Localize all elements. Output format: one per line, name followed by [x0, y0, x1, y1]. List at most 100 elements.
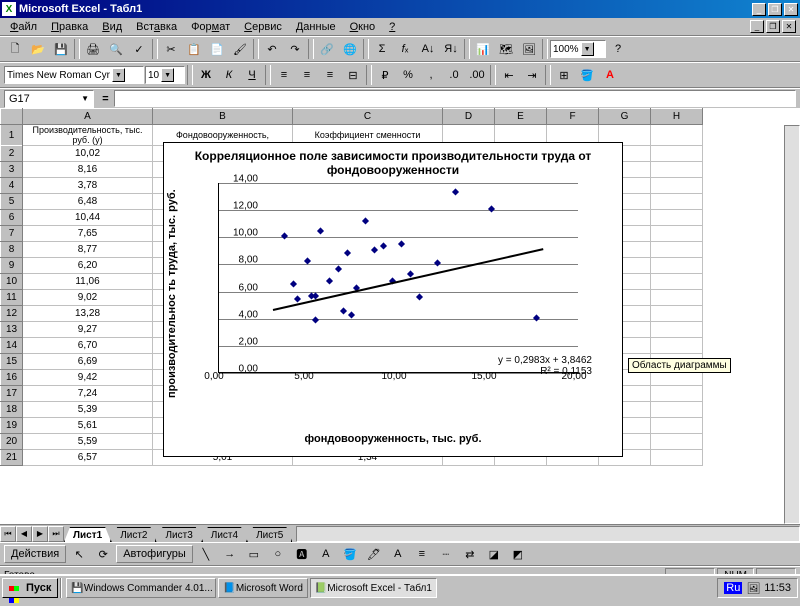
menu-view[interactable]: Вид: [96, 20, 128, 34]
autosum-button[interactable]: Σ: [371, 39, 393, 60]
line-button[interactable]: ╲: [195, 544, 217, 565]
percent-button[interactable]: %: [397, 65, 419, 86]
comma-button[interactable]: ,: [420, 65, 442, 86]
sort-asc-button[interactable]: A↓: [417, 39, 439, 60]
select-button[interactable]: ↖: [68, 544, 90, 565]
sheet-tab-2[interactable]: Лист2: [111, 527, 156, 542]
textbox-button[interactable]: 🅰: [291, 544, 313, 565]
horizontal-scrollbar[interactable]: [296, 526, 800, 542]
start-button[interactable]: Пуск: [2, 578, 58, 598]
vertical-scrollbar[interactable]: [784, 125, 800, 524]
chart[interactable]: Корреляционное поле зависимости производ…: [163, 142, 623, 457]
close-button[interactable]: ✕: [784, 3, 798, 16]
chart-button[interactable]: 📊: [472, 39, 494, 60]
paste-button[interactable]: 📄: [206, 39, 228, 60]
help-button[interactable]: ?: [607, 39, 629, 60]
doc-minimize-button[interactable]: _: [750, 20, 764, 33]
new-button[interactable]: 🗋: [4, 39, 26, 60]
actions-menu[interactable]: Действия: [4, 545, 66, 563]
map-button[interactable]: 🗺: [495, 39, 517, 60]
sheet-tab-1[interactable]: Лист1: [64, 527, 111, 542]
merge-button[interactable]: ⊟: [342, 65, 364, 86]
open-button[interactable]: 📂: [27, 39, 49, 60]
tab-first-button[interactable]: ⏮: [0, 526, 16, 542]
zoom-combo[interactable]: 100%▼: [550, 40, 606, 58]
shadow-button[interactable]: ◪: [483, 544, 505, 565]
menu-data[interactable]: Данные: [290, 20, 342, 34]
menu-edit[interactable]: Правка: [45, 20, 94, 34]
underline-button[interactable]: Ч: [241, 65, 263, 86]
spreadsheet-grid[interactable]: ABCDEFGH 1Производительность, тыс. руб. …: [0, 108, 703, 146]
taskbar-item[interactable]: 📘 Microsoft Word: [218, 578, 308, 598]
currency-button[interactable]: ₽: [374, 65, 396, 86]
align-left-button[interactable]: ≡: [273, 65, 295, 86]
function-button[interactable]: fₓ: [394, 39, 416, 60]
bold-button[interactable]: Ж: [195, 65, 217, 86]
autoshapes-menu[interactable]: Автофигуры: [116, 545, 193, 563]
menu-help[interactable]: ?: [383, 20, 401, 34]
sheet-tab-4[interactable]: Лист4: [202, 527, 247, 542]
font-color-button[interactable]: A: [599, 65, 621, 86]
sort-desc-button[interactable]: Я↓: [440, 39, 462, 60]
save-button[interactable]: 💾: [50, 39, 72, 60]
borders-button[interactable]: ⊞: [553, 65, 575, 86]
dash-button[interactable]: ┈: [435, 544, 457, 565]
italic-button[interactable]: К: [218, 65, 240, 86]
fill-button[interactable]: 🪣: [339, 544, 361, 565]
menu-format[interactable]: Формат: [185, 20, 236, 34]
drawing-button[interactable]: 🖼: [518, 39, 540, 60]
align-center-button[interactable]: ≡: [296, 65, 318, 86]
oval-button[interactable]: ○: [267, 544, 289, 565]
menu-window[interactable]: Окно: [344, 20, 382, 34]
web-button[interactable]: 🌐: [339, 39, 361, 60]
dec-indent-button[interactable]: ⇤: [498, 65, 520, 86]
x-axis-label: фондовооруженность, тыс. руб.: [164, 409, 622, 445]
format-painter-button[interactable]: 🖌: [229, 39, 251, 60]
maximize-button[interactable]: ❐: [768, 3, 782, 16]
plot-area: [218, 183, 578, 373]
lang-indicator[interactable]: Ru: [724, 582, 742, 594]
tab-next-button[interactable]: ▶: [32, 526, 48, 542]
drawing-toolbar: Действия ↖ ⟳ Автофигуры ╲ → ▭ ○ 🅰 А 🪣 🖊 …: [0, 542, 800, 566]
undo-button[interactable]: ↶: [261, 39, 283, 60]
menu-insert[interactable]: Вставка: [130, 20, 183, 34]
print-button[interactable]: 🖨: [82, 39, 104, 60]
redo-button[interactable]: ↷: [284, 39, 306, 60]
rect-button[interactable]: ▭: [243, 544, 265, 565]
line-color-button[interactable]: 🖊: [363, 544, 385, 565]
sheet-tab-3[interactable]: Лист3: [156, 527, 201, 542]
system-tray[interactable]: Ru 🖼 11:53: [717, 578, 798, 598]
hyperlink-button[interactable]: 🔗: [316, 39, 338, 60]
taskbar-item[interactable]: 📗 Microsoft Excel - Табл1: [310, 578, 437, 598]
taskbar-item[interactable]: 💾 Windows Commander 4.01...: [66, 578, 216, 598]
cut-button[interactable]: ✂: [160, 39, 182, 60]
tab-prev-button[interactable]: ◀: [16, 526, 32, 542]
y-axis-label: производительнос ть труда, тыс. руб.: [164, 179, 180, 409]
3d-button[interactable]: ◩: [507, 544, 529, 565]
inc-decimal-button[interactable]: .0: [443, 65, 465, 86]
font-name-combo[interactable]: Times New Roman Cyr▼: [4, 66, 144, 84]
spell-button[interactable]: ✓: [128, 39, 150, 60]
sheet-tab-5[interactable]: Лист5: [247, 527, 292, 542]
fill-color-button[interactable]: 🪣: [576, 65, 598, 86]
line-style-button[interactable]: ≡: [411, 544, 433, 565]
wordart-button[interactable]: А: [315, 544, 337, 565]
minimize-button[interactable]: _: [752, 3, 766, 16]
inc-indent-button[interactable]: ⇥: [521, 65, 543, 86]
rotate-button[interactable]: ⟳: [92, 544, 114, 565]
doc-restore-button[interactable]: ❐: [766, 20, 780, 33]
copy-button[interactable]: 📋: [183, 39, 205, 60]
formula-input[interactable]: [114, 90, 796, 107]
dec-decimal-button[interactable]: .00: [466, 65, 488, 86]
preview-button[interactable]: 🔍: [105, 39, 127, 60]
doc-close-button[interactable]: ✕: [782, 20, 796, 33]
arrow-button[interactable]: →: [219, 544, 241, 565]
tab-last-button[interactable]: ⏭: [48, 526, 64, 542]
menu-file[interactable]: Файл: [4, 20, 43, 34]
menu-tools[interactable]: Сервис: [238, 20, 288, 34]
align-right-button[interactable]: ≡: [319, 65, 341, 86]
name-box[interactable]: G17▼: [4, 90, 94, 108]
font-color-button2[interactable]: A: [387, 544, 409, 565]
arrow-style-button[interactable]: ⇄: [459, 544, 481, 565]
font-size-combo[interactable]: 10▼: [145, 66, 185, 84]
